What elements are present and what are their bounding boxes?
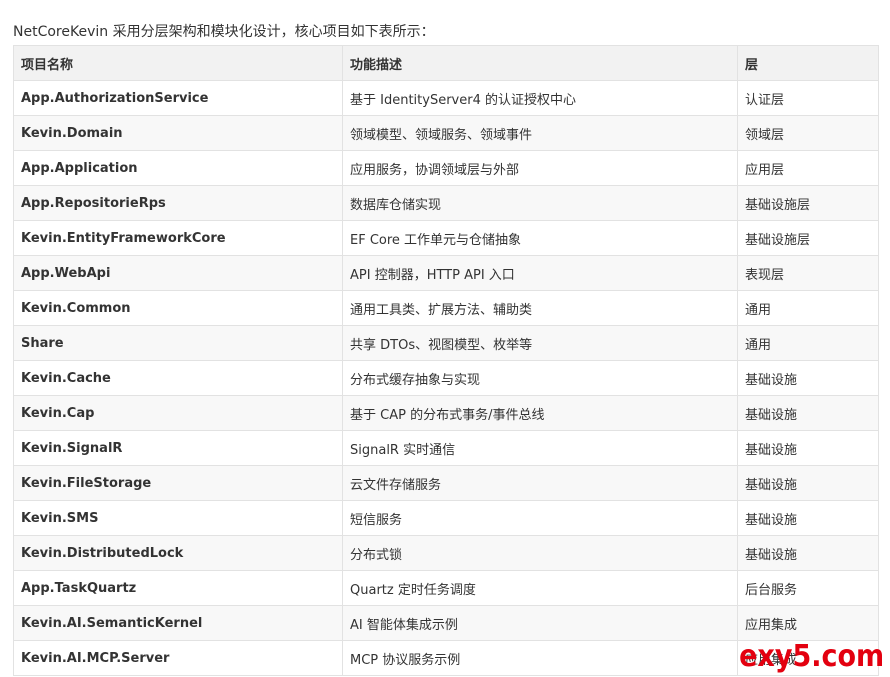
layer-cell: 基础设施 [737,500,879,536]
description-cell: 共享 DTOs、视图模型、枚举等 [342,325,738,361]
description-cell: API 控制器，HTTP API 入口 [342,255,738,291]
layer-cell: 基础设施层 [737,220,879,256]
description-cell: 短信服务 [342,500,738,536]
table-row: Kevin.AI.SemanticKernel AI 智能体集成示例 应用集成 [13,605,879,641]
project-name-cell: Kevin.DistributedLock [13,535,343,571]
description-cell: EF Core 工作单元与仓储抽象 [342,220,738,256]
description-cell: 分布式锁 [342,535,738,571]
table-row: Kevin.SMS 短信服务 基础设施 [13,500,879,536]
table-row: App.Application 应用服务，协调领域层与外部 应用层 [13,150,879,186]
description-cell: 基于 IdentityServer4 的认证授权中心 [342,80,738,116]
layer-cell: 应用集成 [737,605,879,641]
description-cell: MCP 协议服务示例 [342,640,738,676]
description-cell: 应用服务，协调领域层与外部 [342,150,738,186]
description-cell: 基于 CAP 的分布式事务/事件总线 [342,395,738,431]
layer-cell: 通用 [737,325,879,361]
project-name-cell: Kevin.SMS [13,500,343,536]
layer-cell: 表现层 [737,255,879,291]
table-row: Kevin.FileStorage 云文件存储服务 基础设施 [13,465,879,501]
layer-cell: 通用 [737,290,879,326]
project-name-cell: App.RepositorieRps [13,185,343,221]
project-name-cell: Kevin.Cap [13,395,343,431]
project-name-cell: App.Application [13,150,343,186]
table-row: Kevin.SignalR SignalR 实时通信 基础设施 [13,430,879,466]
table-row: App.TaskQuartz Quartz 定时任务调度 后台服务 [13,570,879,606]
header-description: 功能描述 [342,45,738,81]
project-name-cell: Kevin.SignalR [13,430,343,466]
description-cell: 数据库仓储实现 [342,185,738,221]
project-name-cell: Kevin.Domain [13,115,343,151]
project-name-cell: App.AuthorizationService [13,80,343,116]
layer-cell: 基础设施 [737,395,879,431]
intro-text: NetCoreKevin 采用分层架构和模块化设计，核心项目如下表所示： [13,24,435,40]
description-cell: 云文件存储服务 [342,465,738,501]
table-header-row: 项目名称 功能描述 层 [13,45,879,81]
project-table: 项目名称 功能描述 层 App.AuthorizationService 基于 … [13,45,879,676]
layer-cell: 应用层 [737,150,879,186]
layer-cell: 基础设施 [737,360,879,396]
description-cell: 领域模型、领域服务、领域事件 [342,115,738,151]
table-row: Kevin.Domain 领域模型、领域服务、领域事件 领域层 [13,115,879,151]
table-row: Kevin.Common 通用工具类、扩展方法、辅助类 通用 [13,290,879,326]
table-row: Share 共享 DTOs、视图模型、枚举等 通用 [13,325,879,361]
project-name-cell: Kevin.Common [13,290,343,326]
header-layer: 层 [737,45,879,81]
description-cell: SignalR 实时通信 [342,430,738,466]
project-name-cell: Kevin.AI.SemanticKernel [13,605,343,641]
layer-cell: 基础设施层 [737,185,879,221]
project-name-cell: App.WebApi [13,255,343,291]
layer-cell: 领域层 [737,115,879,151]
layer-cell: 基础设施 [737,430,879,466]
table-row: App.AuthorizationService 基于 IdentityServ… [13,80,879,116]
table-row: App.RepositorieRps 数据库仓储实现 基础设施层 [13,185,879,221]
description-cell: AI 智能体集成示例 [342,605,738,641]
description-cell: 分布式缓存抽象与实现 [342,360,738,396]
project-name-cell: Kevin.AI.MCP.Server [13,640,343,676]
description-cell: 通用工具类、扩展方法、辅助类 [342,290,738,326]
table-row: Kevin.EntityFrameworkCore EF Core 工作单元与仓… [13,220,879,256]
layer-cell: 基础设施 [737,465,879,501]
site-watermark: exy5.com [738,639,884,674]
layer-cell: 认证层 [737,80,879,116]
table-row: App.WebApi API 控制器，HTTP API 入口 表现层 [13,255,879,291]
description-cell: Quartz 定时任务调度 [342,570,738,606]
project-name-cell: Kevin.EntityFrameworkCore [13,220,343,256]
layer-cell: 后台服务 [737,570,879,606]
table-row: Kevin.Cache 分布式缓存抽象与实现 基础设施 [13,360,879,396]
table-row: Kevin.DistributedLock 分布式锁 基础设施 [13,535,879,571]
project-name-cell: Share [13,325,343,361]
layer-cell: 基础设施 [737,535,879,571]
header-project-name: 项目名称 [13,45,343,81]
project-name-cell: Kevin.Cache [13,360,343,396]
table-row: Kevin.Cap 基于 CAP 的分布式事务/事件总线 基础设施 [13,395,879,431]
project-name-cell: Kevin.FileStorage [13,465,343,501]
project-name-cell: App.TaskQuartz [13,570,343,606]
